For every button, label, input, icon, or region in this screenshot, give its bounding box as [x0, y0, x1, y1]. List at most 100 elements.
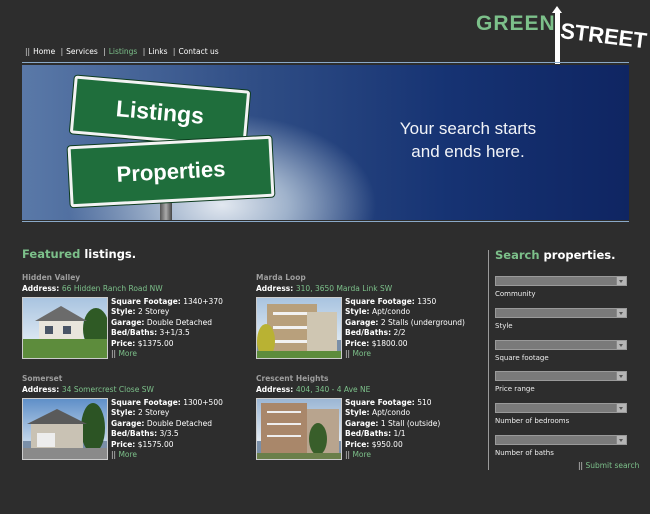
photo-grass: [257, 350, 341, 358]
price-value: $1800.00: [371, 338, 408, 348]
logo-word-street: STREET: [558, 18, 649, 54]
photo-building: [307, 312, 337, 354]
photo-roof: [27, 409, 87, 424]
more-link[interactable]: || More: [111, 450, 223, 460]
listing-address-link[interactable]: 310, 3650 Marda Link SW: [296, 284, 392, 293]
price-label: Price:: [345, 338, 370, 348]
listing-address-link[interactable]: 66 Hidden Ranch Road NW: [62, 284, 163, 293]
style-value: Apt/condo: [371, 307, 411, 317]
photo-window-row: [267, 435, 301, 437]
listing-address-link[interactable]: 34 Somercrest Close SW: [62, 385, 154, 394]
more-label: More: [118, 349, 138, 359]
nav-item-links[interactable]: Links: [148, 47, 167, 56]
price-range-select[interactable]: [495, 371, 627, 381]
nav-item-contact[interactable]: Contact us: [178, 47, 218, 56]
listing-card: Hidden Valley Address: 66 Hidden Ranch R…: [22, 273, 242, 368]
field-label: Square footage: [495, 354, 549, 362]
address-label: Address:: [22, 385, 60, 394]
price-value: $950.00: [371, 439, 403, 449]
style-label: Style:: [345, 307, 370, 317]
photo-window-row: [267, 411, 301, 413]
listing-address-link[interactable]: 404, 340 - 4 Ave NE: [296, 385, 371, 394]
chevron-down-icon[interactable]: [616, 341, 626, 349]
listing-address: Address: 34 Somercrest Close SW: [22, 385, 242, 394]
featured-title: Featured listings.: [22, 247, 136, 261]
baths-select[interactable]: [495, 435, 627, 445]
address-label: Address:: [22, 284, 60, 293]
listing-details: Square Footage: 1340+370 Style: 2 Storey…: [111, 297, 223, 359]
sqft-value: 1300+500: [183, 398, 223, 407]
sqft-value: 1350: [417, 297, 437, 306]
garage-label: Garage:: [111, 418, 145, 428]
photo-grass: [23, 338, 107, 358]
garage-value: Double Detached: [146, 418, 212, 428]
search-field-square-footage: Square footage: [495, 340, 627, 362]
chevron-down-icon[interactable]: [616, 436, 626, 444]
style-label: Style:: [111, 408, 136, 418]
listing-photo[interactable]: [256, 398, 342, 460]
price-label: Price:: [111, 439, 136, 449]
listing-photo[interactable]: [256, 297, 342, 359]
logo-word-green: GREEN: [476, 12, 556, 35]
square-footage-select[interactable]: [495, 340, 627, 350]
listing-details: Square Footage: 1350 Style: Apt/condo Ga…: [345, 297, 465, 359]
more-label: More: [118, 450, 138, 460]
nav-separator: |: [103, 47, 106, 56]
search-field-bedrooms: Number of bedrooms: [495, 403, 627, 425]
garage-value: 2 Stalls (underground): [380, 317, 465, 327]
photo-window-row: [267, 423, 301, 425]
chevron-down-icon[interactable]: [616, 404, 626, 412]
submit-bar: ||: [578, 461, 584, 470]
garage-value: 1 Stall (outside): [380, 418, 441, 428]
more-link[interactable]: || More: [111, 349, 223, 359]
sqft-label: Square Footage:: [345, 297, 415, 306]
listing-card: Crescent Heights Address: 404, 340 - 4 A…: [256, 374, 476, 469]
search-title-rest: properties.: [539, 248, 616, 262]
listing-card: Somerset Address: 34 Somercrest Close SW…: [22, 374, 242, 469]
bedbath-value: 3+1/3.5: [159, 328, 190, 338]
sqft-value: 1340+370: [183, 297, 223, 306]
chevron-down-icon[interactable]: [616, 277, 626, 285]
nav-separator: ||: [25, 47, 31, 56]
search-title-accent: Search: [495, 248, 540, 262]
price-value: $1375.00: [137, 338, 174, 348]
site-logo[interactable]: GREEN STREET: [476, 6, 648, 64]
bedbath-label: Bed/Baths:: [111, 328, 158, 338]
submit-search-link[interactable]: || Submit search: [578, 461, 639, 470]
listing-area: Crescent Heights: [256, 374, 329, 383]
photo-tree: [309, 423, 327, 455]
more-label: More: [352, 450, 372, 460]
photo-balcony: [273, 340, 307, 343]
photo-grass: [257, 453, 341, 459]
photo-window: [63, 326, 71, 334]
nav-separator: |: [60, 47, 64, 56]
chevron-down-icon[interactable]: [616, 309, 626, 317]
style-select[interactable]: [495, 308, 627, 318]
nav-item-services[interactable]: Services: [66, 47, 98, 56]
more-link[interactable]: || More: [345, 450, 440, 460]
style-label: Style:: [345, 408, 370, 418]
listing-card: Marda Loop Address: 310, 3650 Marda Link…: [256, 273, 476, 368]
listing-address: Address: 404, 340 - 4 Ave NE: [256, 385, 476, 394]
listing-photo[interactable]: [22, 398, 108, 460]
search-field-community: Community: [495, 276, 627, 298]
garage-label: Garage:: [345, 317, 379, 327]
listing-details: Square Footage: 1300+500 Style: 2 Storey…: [111, 398, 223, 460]
submit-label: Submit search: [585, 461, 640, 470]
chevron-down-icon[interactable]: [616, 372, 626, 380]
search-field-price-range: Price range: [495, 371, 627, 393]
more-link[interactable]: || More: [345, 349, 465, 359]
listing-photo[interactable]: [22, 297, 108, 359]
nav-item-home[interactable]: Home: [33, 47, 55, 56]
tagline-line-1: Your search starts: [399, 119, 537, 138]
garage-label: Garage:: [111, 317, 145, 327]
price-label: Price:: [111, 338, 136, 348]
price-label: Price:: [345, 439, 370, 449]
style-value: 2 Storey: [137, 408, 170, 418]
listing-area: Hidden Valley: [22, 273, 81, 282]
community-select[interactable]: [495, 276, 627, 286]
bedrooms-select[interactable]: [495, 403, 627, 413]
bedbath-value: 2/2: [393, 328, 406, 338]
nav-item-listings[interactable]: Listings: [109, 47, 138, 56]
bedbath-label: Bed/Baths:: [345, 429, 392, 439]
